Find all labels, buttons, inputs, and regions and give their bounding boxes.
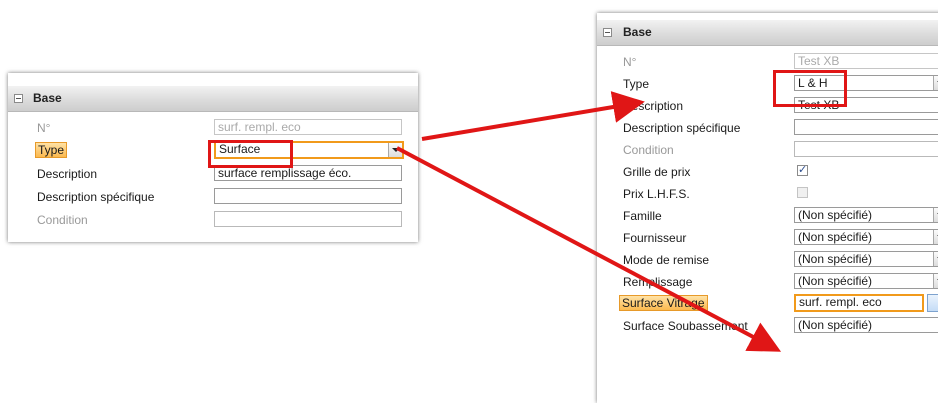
chevron-down-icon[interactable] [933,76,938,90]
description-field[interactable]: surface remplissage éco. [214,165,402,181]
supplier-value: (Non spécifié) [798,230,873,244]
right-properties-panel: Base N° Test XB Type L & H Description T… [597,13,938,403]
collapse-icon[interactable] [14,94,23,103]
chevron-down-icon[interactable] [933,274,938,288]
row-type: Type Surface [8,140,418,162]
label-glazing-surface: Surface Vitrage [619,295,708,311]
row-filling: Remplissage (Non spécifié) [597,271,938,293]
label-base-surface: Surface Soubassement [623,319,748,333]
browse-button[interactable] [927,294,938,312]
filling-value: (Non spécifié) [798,274,873,288]
label-type: Type [623,77,650,91]
specific-description-field[interactable] [214,188,402,204]
row-number: N° surf. rempl. eco [8,117,418,139]
label-filling: Remplissage [623,275,693,289]
row-description: Description Test XB [597,95,938,117]
row-number: N° Test XB [597,51,938,73]
chevron-down-icon[interactable] [933,252,938,266]
label-specific-description: Description spécifique [37,190,155,204]
label-number: N° [623,55,637,69]
condition-field[interactable] [214,211,402,227]
price-grid-checkbox[interactable] [797,163,808,176]
supplier-select[interactable]: (Non spécifié) [794,229,938,245]
label-discount-mode: Mode de remise [623,253,710,267]
label-type: Type [35,142,68,158]
row-specific-description: Description spécifique [8,186,418,208]
glazing-surface-field[interactable]: surf. rempl. eco [794,294,924,312]
type-select[interactable]: Surface [214,141,404,159]
family-select[interactable]: (Non spécifié) [794,207,938,223]
price-lhfs-checkbox[interactable] [797,187,808,198]
row-description: Description surface remplissage éco. [8,163,418,185]
row-price-grid: Grille de prix [597,161,938,183]
filling-select[interactable]: (Non spécifié) [794,273,938,289]
label-condition: Condition [37,213,88,227]
row-glazing-surface: Surface Vitrage surf. rempl. eco [597,293,938,315]
label-condition: Condition [623,143,674,157]
row-base-surface: Surface Soubassement (Non spécifié) [597,315,938,337]
base-surface-field[interactable]: (Non spécifié) [794,317,938,333]
row-discount-mode: Mode de remise (Non spécifié) [597,249,938,271]
label-family: Famille [623,209,662,223]
description-field[interactable]: Test XB [794,97,938,113]
number-field: Test XB [794,53,938,69]
label-number: N° [37,121,51,135]
chevron-down-icon[interactable] [933,230,938,244]
row-specific-description: Description spécifique [597,117,938,139]
type-select[interactable]: L & H [794,75,938,91]
type-value: L & H [798,76,828,90]
discount-mode-value: (Non spécifié) [798,252,873,266]
discount-mode-select[interactable]: (Non spécifié) [794,251,938,267]
section-header-base[interactable]: Base [597,20,938,46]
row-supplier: Fournisseur (Non spécifié) [597,227,938,249]
section-title: Base [33,91,62,105]
row-price-lhfs: Prix L.H.F.S. [597,183,938,205]
row-family: Famille (Non spécifié) [597,205,938,227]
family-value: (Non spécifié) [798,208,873,222]
label-supplier: Fournisseur [623,231,687,245]
specific-description-field[interactable] [794,119,938,135]
label-description: Description [623,99,684,113]
type-value: Surface [219,142,261,156]
row-condition: Condition [597,139,938,161]
collapse-icon[interactable] [603,28,612,37]
chevron-down-icon[interactable] [933,208,938,222]
row-type: Type L & H [597,73,938,95]
condition-field[interactable] [794,141,938,157]
section-header-base[interactable]: Base [8,86,418,112]
section-title: Base [623,25,652,39]
label-price-grid: Grille de prix [623,165,691,179]
label-description: Description [37,167,98,181]
label-specific-description: Description spécifique [623,121,741,135]
number-field: surf. rempl. eco [214,119,402,135]
left-properties-panel: Base N° surf. rempl. eco Type Surface De… [8,73,418,242]
row-condition: Condition [8,209,418,231]
chevron-down-icon[interactable] [388,143,402,157]
label-price-lhfs: Prix L.H.F.S. [623,187,690,201]
